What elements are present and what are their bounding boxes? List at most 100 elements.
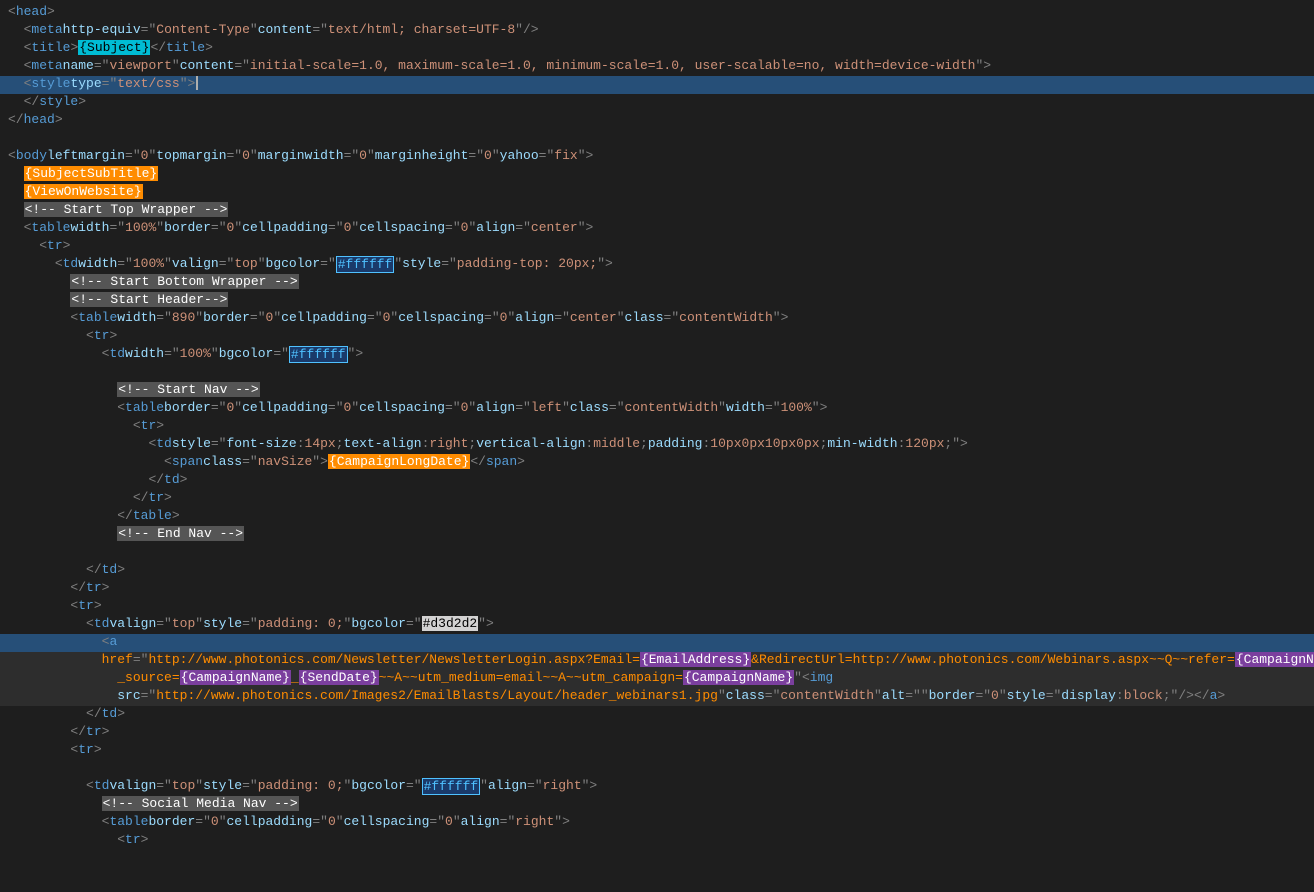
code-line[interactable]: <body leftmargin="0" topmargin="0" margi… — [0, 148, 1314, 166]
code-line[interactable]: <table border="0" cellpadding="0" cellsp… — [0, 400, 1314, 418]
template-var-send-date: {SendDate} — [299, 670, 379, 685]
code-line[interactable]: <!-- Start Header--> — [0, 292, 1314, 310]
code-line[interactable]: <meta name="viewport" content="initial-s… — [0, 58, 1314, 76]
code-line-end-nav[interactable]: <!-- End Nav --> — [0, 526, 1314, 544]
code-line[interactable]: <tr> — [0, 832, 1314, 850]
indent — [8, 346, 102, 361]
indent — [8, 454, 164, 469]
code-line-blank[interactable] — [0, 760, 1314, 778]
code-line[interactable]: <td valign="top" style="padding: 0;" bgc… — [0, 616, 1314, 634]
code-line-href[interactable]: href="http://www.photonics.com/Newslette… — [0, 652, 1314, 670]
code-line[interactable]: </style> — [0, 94, 1314, 112]
code-line[interactable]: <tr> — [0, 238, 1314, 256]
code-line-blank[interactable] — [0, 544, 1314, 562]
indent — [8, 22, 24, 37]
indent — [8, 814, 102, 829]
template-var-campaign-date: {CampaignLongDate} — [328, 454, 470, 469]
template-var-email: {EmailAddress} — [640, 652, 751, 667]
indent — [8, 328, 86, 343]
template-var-view-on-website: {ViewOnWebsite} — [24, 184, 143, 199]
indent — [8, 76, 24, 91]
color-ffffff3: #ffffff — [422, 778, 481, 795]
attr-href: href — [102, 652, 133, 667]
indent — [8, 274, 70, 289]
color-value-ffffff2: #ffffff — [289, 346, 348, 363]
indent — [8, 184, 24, 199]
code-line[interactable]: </tr> — [0, 490, 1314, 508]
template-var-campaign-name2: {CampaignName} — [180, 670, 291, 685]
indent — [8, 688, 117, 703]
indent — [8, 418, 133, 433]
indent — [8, 40, 24, 55]
code-line[interactable]: <title>{Subject}</title> — [0, 40, 1314, 58]
code-line[interactable]: <!-- Start Top Wrapper --> — [0, 202, 1314, 220]
indent — [8, 832, 117, 847]
cursor — [196, 76, 198, 90]
code-line[interactable]: </td> — [0, 706, 1314, 724]
code-line-link-open[interactable]: <a — [0, 634, 1314, 652]
code-line[interactable]: <td style="font-size: 14px; text-align: … — [0, 436, 1314, 454]
code-line-selected[interactable]: <style type="text/css" > — [0, 76, 1314, 94]
code-line-img[interactable]: src="http://www.photonics.com/Images2/Em… — [0, 688, 1314, 706]
indent — [8, 238, 39, 253]
code-line[interactable]: <td width="100%" bgcolor="#ffffff"> — [0, 346, 1314, 364]
indent — [8, 256, 55, 271]
indent — [8, 292, 70, 307]
template-var: {Subject} — [78, 40, 150, 55]
indent — [8, 382, 117, 397]
indent — [8, 616, 86, 631]
code-line[interactable]: <td width="100%" valign="top" bgcolor="#… — [0, 256, 1314, 274]
indent — [8, 490, 133, 505]
indent — [8, 94, 24, 109]
indent — [8, 436, 148, 451]
code-line-blank[interactable] — [0, 364, 1314, 382]
indent — [8, 310, 70, 325]
code-line[interactable]: </tr> — [0, 724, 1314, 742]
indent — [8, 472, 148, 487]
code-line[interactable]: <table border="0" cellpadding="0" cellsp… — [0, 814, 1314, 832]
code-line[interactable]: </tr> — [0, 580, 1314, 598]
template-var-campaign-name3: {CampaignName} — [683, 670, 794, 685]
indent — [8, 166, 24, 181]
code-line[interactable]: <td valign="top" style="padding: 0;" bgc… — [0, 778, 1314, 796]
code-line[interactable]: <tr> — [0, 328, 1314, 346]
indent — [8, 202, 24, 217]
indent — [8, 634, 102, 649]
code-line[interactable]: </td> — [0, 472, 1314, 490]
indent — [8, 598, 70, 613]
indent — [8, 724, 70, 739]
link-url-source: _source= — [117, 670, 179, 685]
link-url: http://www.photonics.com/Newsletter/News… — [148, 652, 639, 667]
code-line[interactable]: {ViewOnWebsite} — [0, 184, 1314, 202]
code-line-source[interactable]: _source={CampaignName}_{SendDate}~~A~~ut… — [0, 670, 1314, 688]
code-line[interactable]: <!-- Start Nav --> — [0, 382, 1314, 400]
code-line[interactable]: <table width="100%" border="0" cellpaddi… — [0, 220, 1314, 238]
indent — [8, 400, 117, 415]
indent — [8, 652, 102, 667]
code-line[interactable]: </head> — [0, 112, 1314, 130]
code-line[interactable]: <tr> — [0, 598, 1314, 616]
indent — [8, 526, 117, 541]
indent — [8, 562, 86, 577]
color-d3d2d2: #d3d2d2 — [422, 616, 479, 631]
code-line[interactable]: {SubjectSubTitle} — [0, 166, 1314, 184]
template-var-campaign-name1: {CampaignName} — [1235, 652, 1314, 667]
punct: > — [47, 4, 55, 19]
code-line[interactable]: <head> — [0, 4, 1314, 22]
code-line[interactable]: <tr> — [0, 418, 1314, 436]
code-line[interactable]: </td> — [0, 562, 1314, 580]
code-line[interactable]: <meta http-equiv="Content-Type" content=… — [0, 22, 1314, 40]
indent — [8, 508, 117, 523]
indent — [8, 778, 86, 793]
code-line[interactable]: <!-- Social Media Nav --> — [0, 796, 1314, 814]
code-line[interactable]: <table width="890" border="0" cellpaddin… — [0, 310, 1314, 328]
code-line[interactable]: </table> — [0, 508, 1314, 526]
indent — [8, 742, 70, 757]
code-line[interactable]: <tr> — [0, 742, 1314, 760]
code-line[interactable]: <!-- Start Bottom Wrapper --> — [0, 274, 1314, 292]
code-line-blank[interactable] — [0, 130, 1314, 148]
color-value-ffffff: #ffffff — [336, 256, 395, 273]
code-line[interactable]: <span class="navSize">{CampaignLongDate}… — [0, 454, 1314, 472]
comment: <!-- Start Top Wrapper --> — [24, 202, 229, 217]
punct: < — [8, 4, 16, 19]
